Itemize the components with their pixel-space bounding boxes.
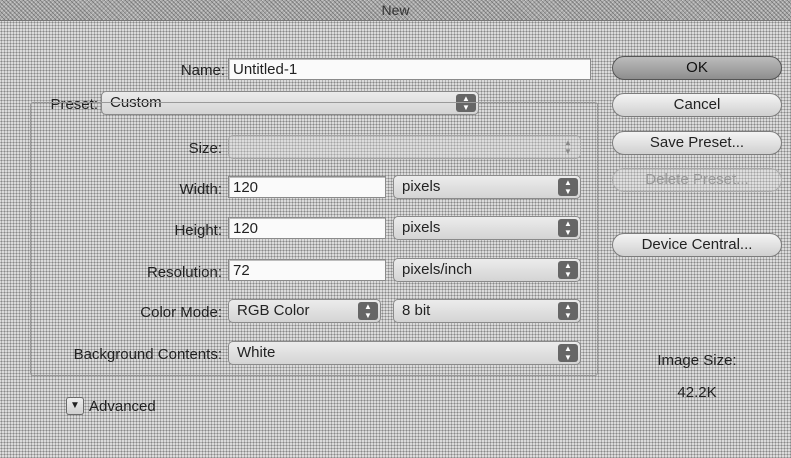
advanced-disclosure-triangle-icon[interactable]: ▼ [66,397,84,415]
background-contents-value: White [237,344,276,361]
updown-arrows-icon: ▲ ▼ [564,138,572,156]
size-select[interactable]: ▲ ▼ [228,135,581,159]
resolution-label: Resolution: [146,264,222,281]
width-field[interactable]: 120 [228,176,386,198]
width-unit-value: pixels [402,178,441,195]
updown-arrows-icon: ▲ ▼ [558,178,578,196]
background-contents-label: Background Contents: [73,346,222,363]
ok-button[interactable]: OK [612,56,782,80]
window-title: New [381,2,410,18]
height-label: Height: [174,222,222,239]
advanced-label[interactable]: Advanced [89,398,156,415]
color-mode-label: Color Mode: [140,304,222,321]
resolution-field[interactable]: 72 [228,259,386,281]
updown-arrows-icon: ▲ ▼ [558,219,578,237]
device-central-button[interactable]: Device Central... [612,233,782,257]
image-size-value: 42.2K [677,384,717,401]
width-unit-select[interactable]: pixels ▲ ▼ [393,175,581,199]
bit-depth-select[interactable]: 8 bit ▲ ▼ [393,299,581,323]
height-field[interactable]: 120 [228,217,386,239]
resolution-unit-select[interactable]: pixels/inch ▲ ▼ [393,258,581,282]
bit-depth-value: 8 bit [402,302,431,319]
name-field[interactable]: Untitled-1 [228,58,591,80]
updown-arrows-icon: ▲ ▼ [558,302,578,320]
background-contents-select[interactable]: White ▲ ▼ [228,341,581,365]
delete-preset-button[interactable]: Delete Preset... [612,168,782,192]
color-mode-select[interactable]: RGB Color ▲ ▼ [228,299,381,323]
color-mode-value: RGB Color [237,302,310,319]
cancel-button[interactable]: Cancel [612,93,782,117]
updown-arrows-icon: ▲ ▼ [558,261,578,279]
name-label: Name: [180,62,225,79]
height-unit-select[interactable]: pixels ▲ ▼ [393,216,581,240]
updown-arrows-icon: ▲ ▼ [358,302,378,320]
save-preset-button[interactable]: Save Preset... [612,131,782,155]
updown-arrows-icon: ▲ ▼ [558,344,578,362]
resolution-unit-value: pixels/inch [402,261,473,278]
width-label: Width: [179,181,222,198]
height-unit-value: pixels [402,219,441,236]
title-bar: New [0,0,791,21]
size-label: Size: [188,140,222,157]
image-size-label: Image Size: [657,352,737,369]
